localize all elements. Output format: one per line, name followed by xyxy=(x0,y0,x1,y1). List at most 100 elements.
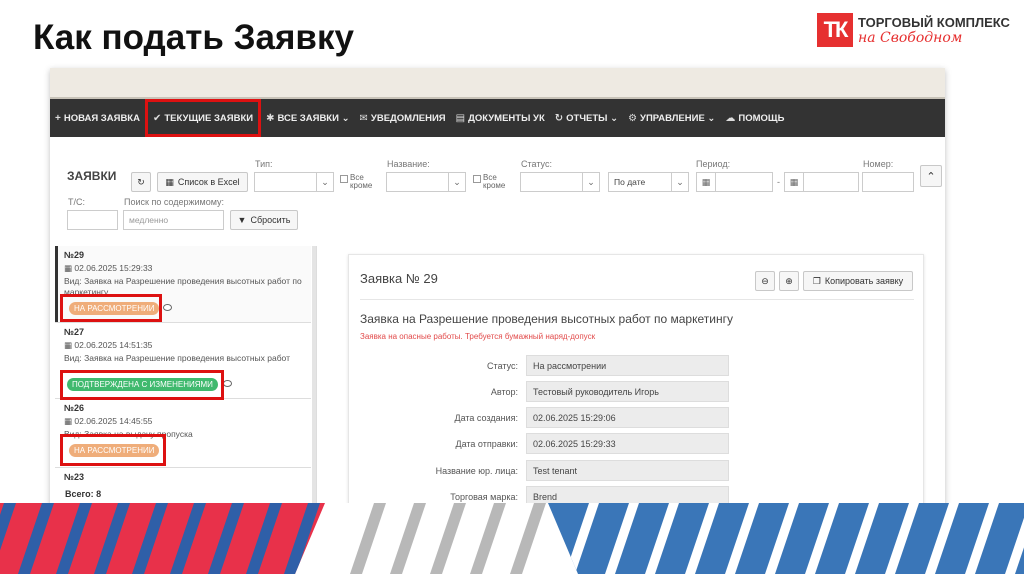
chevron-down-icon[interactable]: ⌄ xyxy=(448,172,466,192)
logo-mark: ТК xyxy=(817,13,853,47)
name-select[interactable] xyxy=(386,172,449,192)
field-value-status: На рассмотрении xyxy=(526,355,729,376)
tc-input[interactable] xyxy=(67,210,118,230)
calendar-icon: ▦ xyxy=(64,263,75,273)
list-total: Всего: 8 xyxy=(65,489,102,499)
chevron-down-icon[interactable]: ⌄ xyxy=(316,172,334,192)
field-label: Дата создания: xyxy=(454,413,519,423)
request-date-text: 02.06.2025 14:45:55 xyxy=(74,416,153,426)
nav-current-requests[interactable]: ✔ ТЕКУЩИЕ ЗАЯВКИ xyxy=(144,99,262,137)
reset-button[interactable]: ▼ Сбросить xyxy=(230,210,298,230)
document-icon: ▤ xyxy=(455,112,466,124)
zoom-in-button[interactable]: ⊕ xyxy=(779,271,799,291)
zoom-in-icon: ⊕ xyxy=(785,275,793,286)
number-input[interactable] xyxy=(862,172,914,192)
request-number: №29 xyxy=(64,250,85,260)
type-select[interactable] xyxy=(254,172,317,192)
asterisk-icon: ✱ xyxy=(266,112,275,124)
excel-export-button[interactable]: ▦ Список в Excel xyxy=(157,172,248,192)
sort-select[interactable]: По дате xyxy=(608,172,672,192)
period-label: Период: xyxy=(696,159,731,169)
field-label: Статус: xyxy=(487,361,518,371)
logo-name: ТОРГОВЫЙ КОМПЛЕКС xyxy=(858,15,1010,30)
nav-label: УПРАВЛЕНИЕ ⌄ xyxy=(640,112,716,124)
excel-export-label: Список в Excel xyxy=(177,177,240,187)
copy-request-button[interactable]: ❐ Копировать заявку xyxy=(803,271,913,291)
status-select[interactable] xyxy=(520,172,583,192)
field-value-sent: 02.06.2025 15:29:33 xyxy=(526,433,729,454)
refresh-icon: ↻ xyxy=(554,112,564,124)
request-type: Вид: Заявка на Разрешение проведения выс… xyxy=(64,353,290,363)
field-label: Дата отправки: xyxy=(455,439,519,449)
period-to-input[interactable] xyxy=(803,172,859,192)
search-input[interactable]: медленно xyxy=(123,210,224,230)
zoom-out-icon: ⊖ xyxy=(761,275,769,286)
calendar-icon[interactable]: ▦ xyxy=(784,172,804,192)
panel-title: ЗАЯВКИ xyxy=(67,169,117,183)
period-from-input[interactable] xyxy=(715,172,773,192)
nav-notifications[interactable]: ✉ УВЕДОМЛЕНИЯ xyxy=(355,99,451,137)
checkbox-box[interactable] xyxy=(340,175,348,183)
chevron-down-icon[interactable]: ⌄ xyxy=(582,172,600,192)
refresh-button[interactable]: ↻ xyxy=(131,172,151,192)
chevron-up-icon: ⌃ xyxy=(926,170,936,183)
copy-icon: ❐ xyxy=(812,275,821,286)
comment-icon xyxy=(163,304,172,311)
checkbox-box[interactable] xyxy=(473,175,481,183)
table-icon: ▦ xyxy=(165,176,174,187)
highlight-box xyxy=(60,294,162,322)
request-date: ▦ 02.06.2025 15:29:33 xyxy=(64,263,311,274)
nav-label: ВСЕ ЗАЯВКИ ⌄ xyxy=(277,112,350,124)
plus-icon: + xyxy=(55,112,61,124)
calendar-icon[interactable]: ▦ xyxy=(696,172,716,192)
field-label: Название юр. лица: xyxy=(435,466,518,476)
request-date-text: 02.06.2025 15:29:33 xyxy=(74,263,153,273)
copy-request-label: Копировать заявку xyxy=(824,276,904,286)
request-date: ▦ 02.06.2025 14:51:35 xyxy=(64,340,311,351)
collapse-filters-button[interactable]: ⌃ xyxy=(920,165,942,187)
browser-top-strip xyxy=(50,68,945,99)
nav-help[interactable]: ☁ ПОМОЩЬ xyxy=(720,99,789,137)
chat-icon: ☁ xyxy=(725,112,736,124)
gear-icon: ⚙ xyxy=(628,112,638,124)
field-value-author: Тестовый руководитель Игорь xyxy=(526,381,729,402)
field-label: Автор: xyxy=(490,387,518,397)
nav-documents[interactable]: ▤ ДОКУМЕНТЫ УК xyxy=(451,99,550,137)
request-detail-card: Заявка № 29 ⊖ ⊕ ❐ Копировать заявку Заяв… xyxy=(348,254,924,508)
period-dash: - xyxy=(777,177,780,187)
logo-subtitle: на Свободном xyxy=(858,30,963,46)
detail-title: Заявка № 29 xyxy=(360,271,438,286)
type-all-except-checkbox[interactable]: Все кроме xyxy=(340,174,376,190)
nav-reports[interactable]: ↻ ОТЧЕТЫ ⌄ xyxy=(550,99,623,137)
check-icon: ✔ xyxy=(152,112,162,124)
comment-icon xyxy=(223,380,232,387)
nav-new-request[interactable]: + НОВАЯ ЗАЯВКА xyxy=(50,99,145,137)
nav-label: ОТЧЕТЫ ⌄ xyxy=(566,112,619,124)
field-label: Торговая марка: xyxy=(450,492,518,502)
nav-all-requests[interactable]: ✱ ВСЕ ЗАЯВКИ ⌄ xyxy=(261,99,354,137)
highlight-box xyxy=(60,370,224,400)
calendar-icon: ▦ xyxy=(64,416,75,426)
filter-icon: ▼ xyxy=(237,215,247,225)
highlight-box xyxy=(60,434,166,466)
list-scrollbar[interactable] xyxy=(312,246,316,508)
tc-label: Т/С: xyxy=(68,197,85,207)
detail-warning-note: Заявка на опасные работы. Требуется бума… xyxy=(360,332,596,341)
app-screenshot: + НОВАЯ ЗАЯВКА ✔ ТЕКУЩИЕ ЗАЯВКИ ✱ ВСЕ ЗА… xyxy=(50,68,945,508)
name-all-except-checkbox[interactable]: Все кроме xyxy=(473,174,509,190)
envelope-icon: ✉ xyxy=(359,112,368,124)
list-item[interactable]: №23 xyxy=(55,468,311,488)
request-number: №26 xyxy=(64,403,85,413)
chevron-down-icon[interactable]: ⌄ xyxy=(671,172,689,192)
checkbox-label: Все кроме xyxy=(350,173,373,190)
slide: Как подать Заявку ТК ТОРГОВЫЙ КОМПЛЕКС н… xyxy=(0,0,1024,574)
nav-management[interactable]: ⚙ УПРАВЛЕНИЕ ⌄ xyxy=(623,99,720,137)
zoom-out-button[interactable]: ⊖ xyxy=(755,271,775,291)
field-value-created: 02.06.2025 15:29:06 xyxy=(526,407,729,428)
slide-title: Как подать Заявку xyxy=(33,18,354,57)
search-label: Поиск по содержимому: xyxy=(124,197,225,207)
calendar-icon: ▦ xyxy=(64,340,75,350)
company-logo: ТК ТОРГОВЫЙ КОМПЛЕКС на Свободном xyxy=(817,13,1017,53)
number-label: Номер: xyxy=(863,159,894,169)
detail-divider xyxy=(360,299,914,300)
